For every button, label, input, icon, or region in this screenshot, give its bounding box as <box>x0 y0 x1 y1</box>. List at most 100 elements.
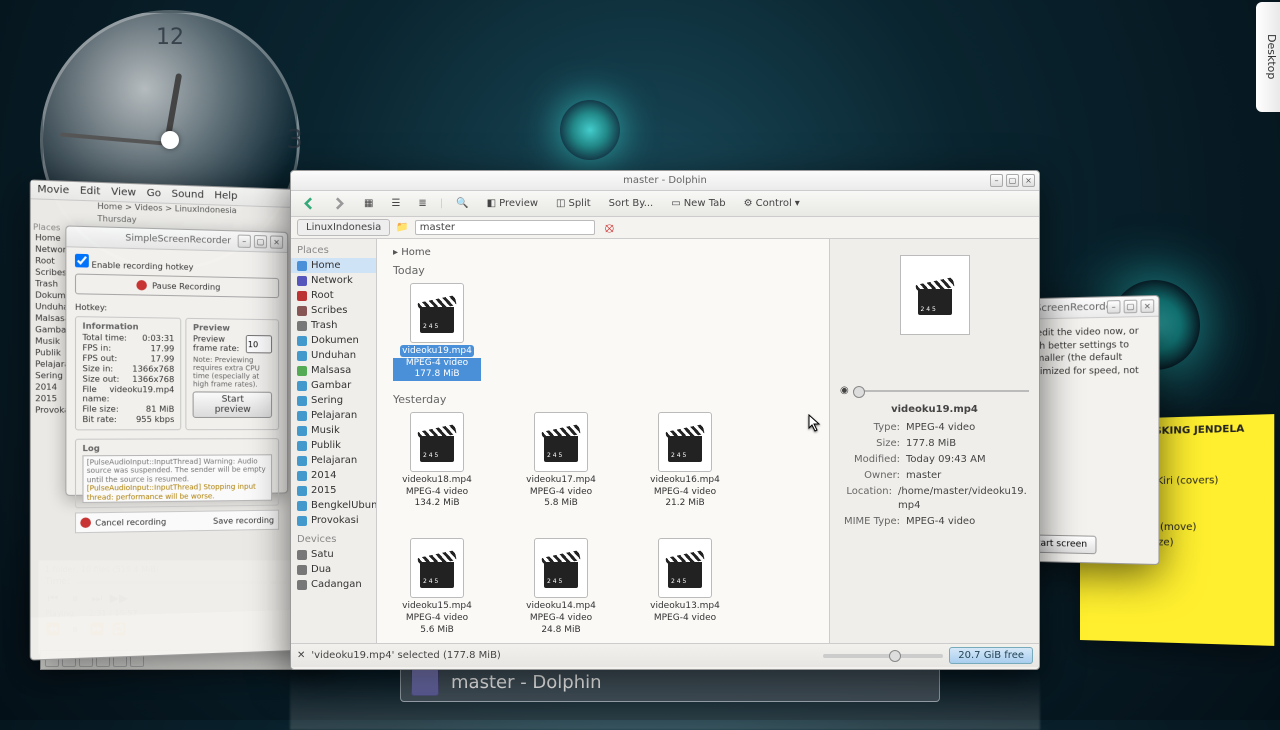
folder-icon <box>297 486 307 496</box>
dialog-close[interactable]: × <box>270 235 283 248</box>
places-item[interactable]: Provokasi <box>291 513 376 528</box>
menu-sound[interactable]: Sound <box>171 189 204 201</box>
control-button[interactable]: ⚙ Control ▾ <box>739 196 805 211</box>
tab-linuxindonesia[interactable]: LinuxIndonesia <box>297 219 390 236</box>
clock-minute-hand <box>60 132 170 146</box>
decor-glow <box>560 100 620 160</box>
folder-icon <box>297 351 307 361</box>
folder-icon <box>297 336 307 346</box>
file-item[interactable]: videoku18.mp4MPEG-4 video134.2 MiB <box>393 412 481 510</box>
device-item[interactable]: Dua <box>291 562 376 577</box>
dolphin-max[interactable]: ▢ <box>1006 174 1019 187</box>
menu-edit[interactable]: Edit <box>80 185 101 197</box>
k: Modified: <box>840 453 900 467</box>
file-name: videoku13.mp4 <box>648 600 722 612</box>
enable-hotkey-checkbox[interactable] <box>75 254 89 268</box>
log-area[interactable]: [PulseAudioInput::InputThread] Warning: … <box>82 454 272 503</box>
k: Type: <box>840 421 900 435</box>
places-item[interactable]: Musik <box>291 423 376 438</box>
preview-rate-input[interactable] <box>246 335 272 353</box>
file-item[interactable]: videoku16.mp4MPEG-4 video21.2 MiB <box>641 412 729 510</box>
file-name: videoku19.mp4 <box>400 345 474 357</box>
dolphin-min[interactable]: – <box>990 174 1003 187</box>
close-tab-icon[interactable]: ⦻ <box>605 220 614 236</box>
places-item[interactable]: Publik <box>291 438 376 453</box>
file-item[interactable]: videoku15.mp4MPEG-4 video5.6 MiB <box>393 538 481 636</box>
video-thumb-icon <box>534 538 588 598</box>
details-view-button[interactable]: ☰ <box>386 196 405 211</box>
stop-icon[interactable]: ✕ <box>297 650 305 661</box>
cancel-recording-button[interactable]: Cancel recording <box>95 516 209 527</box>
devices-header: Devices <box>291 532 376 547</box>
newtab-button[interactable]: ▭ New Tab <box>666 196 730 211</box>
preview-slider[interactable]: ◉ <box>840 385 1029 396</box>
preview-button[interactable]: ◧ Preview <box>482 196 543 211</box>
places-header: Places <box>291 243 376 258</box>
desktop-side-tab[interactable]: Desktop <box>1256 2 1280 112</box>
places-item[interactable]: Pelajaran <box>291 408 376 423</box>
v: videoku19.mp4 <box>109 385 174 404</box>
screen-recorder-window: Movie Edit View Go Sound Help Places Hom… <box>30 179 325 660</box>
dialog-min[interactable]: – <box>238 235 251 249</box>
dolphin-titlebar[interactable]: master - Dolphin –▢× <box>291 171 1039 191</box>
places-item[interactable]: Sering <box>291 393 376 408</box>
v: MPEG-4 video <box>906 421 975 435</box>
done-max[interactable]: ▢ <box>1124 300 1138 314</box>
v: 955 kbps <box>136 415 174 424</box>
file-name: videoku18.mp4 <box>400 474 474 486</box>
menu-go[interactable]: Go <box>147 188 161 200</box>
done-close[interactable]: × <box>1140 299 1154 313</box>
done-min[interactable]: – <box>1107 300 1121 314</box>
record-icon <box>136 280 146 291</box>
file-view[interactable]: ▸ Home Today videoku19.mp4MPEG-4 video17… <box>377 239 829 643</box>
places-item[interactable]: Gambar <box>291 378 376 393</box>
places-item[interactable]: Network <box>291 273 376 288</box>
find-button[interactable]: 🔍 <box>451 196 473 211</box>
places-item[interactable]: Malsasa <box>291 363 376 378</box>
places-item[interactable]: BengkelUbuntu <box>291 498 376 513</box>
nav-back-button[interactable] <box>297 195 320 212</box>
places-item[interactable]: Unduhan <box>291 348 376 363</box>
log-header: Log <box>82 443 272 453</box>
newtab-label: New Tab <box>684 198 726 209</box>
info-panel: ◉ videoku19.mp4 Type:MPEG-4 video Size:1… <box>829 239 1039 643</box>
places-item[interactable]: Scribes <box>291 303 376 318</box>
menu-help[interactable]: Help <box>214 190 237 202</box>
breadcrumb-home[interactable]: Home <box>401 247 431 258</box>
location-input[interactable]: master <box>415 220 595 235</box>
places-item[interactable]: 2015 <box>291 483 376 498</box>
places-item[interactable]: Pelajaran <box>291 453 376 468</box>
file-item[interactable]: videoku19.mp4MPEG-4 video177.8 MiB <box>393 283 481 381</box>
split-button[interactable]: ◫ Split <box>551 196 596 211</box>
save-recording-button[interactable]: Save recording <box>213 515 274 525</box>
file-item[interactable]: videoku13.mp4MPEG-4 video <box>641 538 729 636</box>
places-item[interactable]: Dokumen <box>291 333 376 348</box>
dialog-max[interactable]: ▢ <box>254 235 267 248</box>
dolphin-close[interactable]: × <box>1022 174 1035 187</box>
icons-view-button[interactable]: ▦ <box>359 196 378 211</box>
places-item[interactable]: 2014 <box>291 468 376 483</box>
k: Preview frame rate: <box>193 334 246 353</box>
menu-view[interactable]: View <box>111 186 136 198</box>
video-thumb-icon <box>410 538 464 598</box>
device-item[interactable]: Satu <box>291 547 376 562</box>
status-selection: 'videoku19.mp4' selected (177.8 MiB) <box>311 650 500 661</box>
folder-icon <box>297 261 307 271</box>
file-type: MPEG-4 video <box>393 613 481 625</box>
nav-forward-button[interactable] <box>328 195 351 212</box>
places-item[interactable]: Home <box>291 258 376 273</box>
device-item[interactable]: Cadangan <box>291 577 376 592</box>
compact-view-button[interactable]: ≣ <box>413 196 431 211</box>
split-label: Split <box>568 198 590 209</box>
places-item[interactable]: Trash <box>291 318 376 333</box>
zoom-slider[interactable] <box>823 654 943 658</box>
file-item[interactable]: videoku14.mp4MPEG-4 video24.8 MiB <box>517 538 605 636</box>
pause-recording-button[interactable]: Pause Recording <box>75 273 279 298</box>
sortby-button[interactable]: Sort By... <box>604 196 659 211</box>
log-line: [PulseAudioInput::InputThread] Stopping … <box>87 483 268 502</box>
start-preview-button[interactable]: Start preview <box>193 391 272 418</box>
menu-movie[interactable]: Movie <box>37 184 69 197</box>
pause-label: Pause Recording <box>152 281 220 292</box>
file-item[interactable]: videoku17.mp4MPEG-4 video5.8 MiB <box>517 412 605 510</box>
places-item[interactable]: Root <box>291 288 376 303</box>
